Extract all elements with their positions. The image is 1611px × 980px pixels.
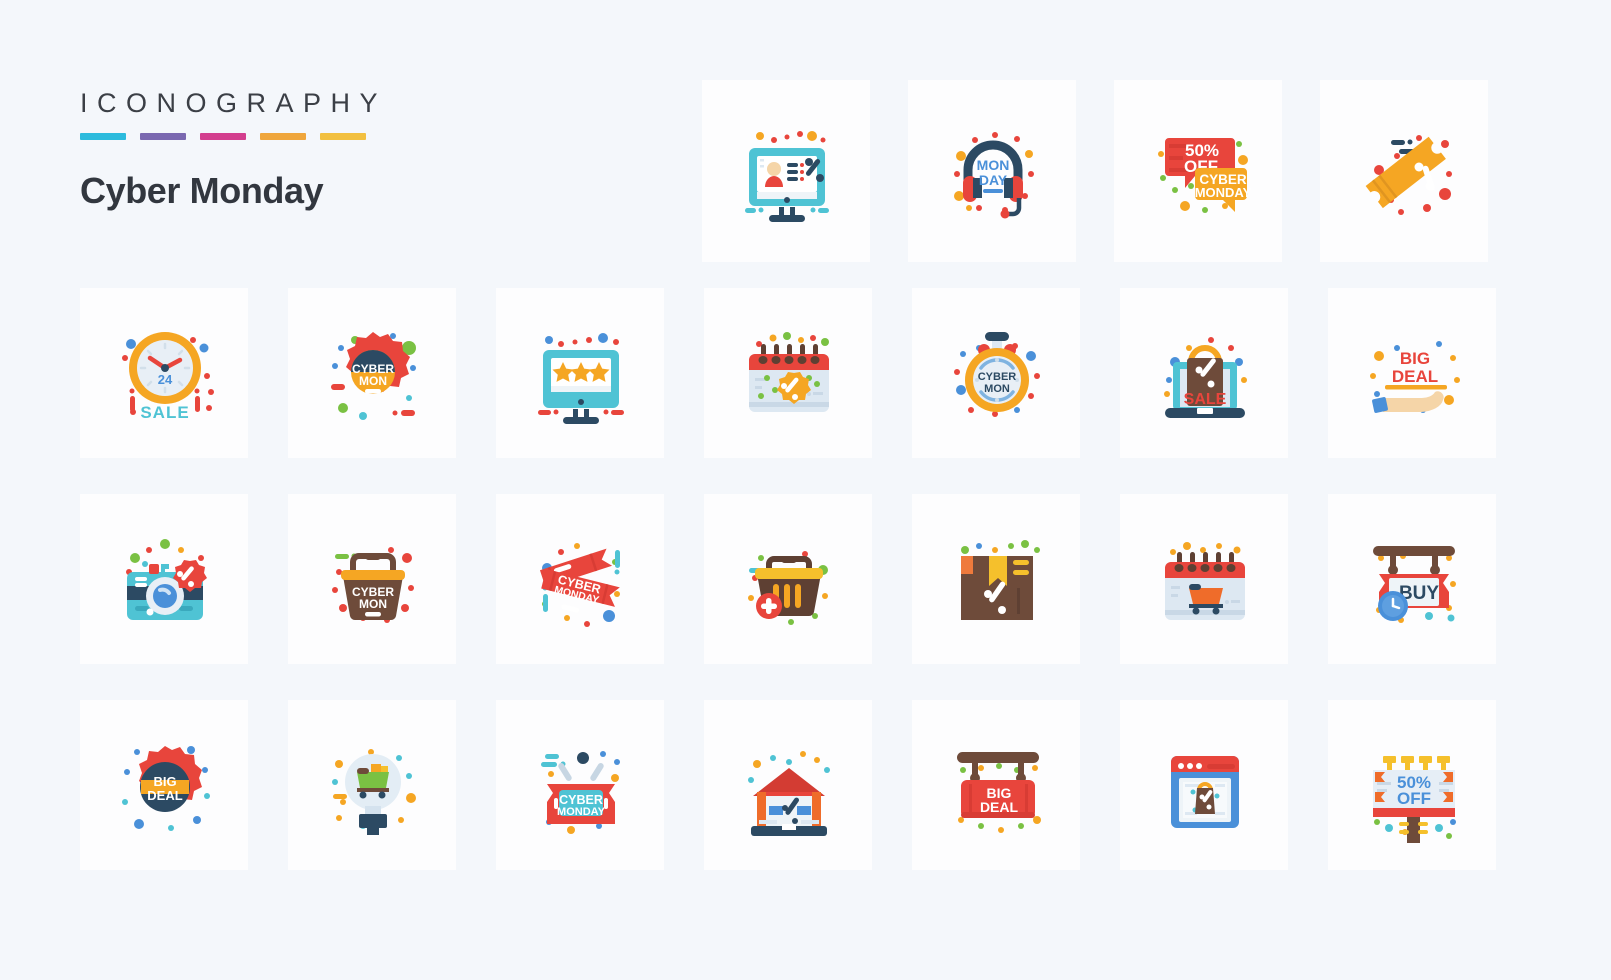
icon-card-hanging-sign-big-deal[interactable]: BIG DEAL xyxy=(912,700,1080,870)
billboard-50-off-icon: 50% OFF xyxy=(1353,726,1471,844)
shop-storefront-discount-icon xyxy=(729,726,847,844)
subtitle-word-monday: Monday xyxy=(189,170,324,211)
calendar-discount-icon xyxy=(729,314,847,432)
icon-card-hand-big-deal[interactable]: BIG DEAL xyxy=(1328,288,1496,458)
icon-card-monitor-stars[interactable] xyxy=(496,288,664,458)
package-box-discount-icon xyxy=(937,520,1055,638)
icon-card-lightbulb-cart[interactable] xyxy=(288,700,456,870)
rule-bar-3 xyxy=(200,133,246,140)
icon-card-package-box-discount[interactable] xyxy=(912,494,1080,664)
browser-shopping-bag-icon xyxy=(1145,726,1263,844)
basket-label-mon: MON xyxy=(359,597,387,611)
rule-bar-5 xyxy=(320,133,366,140)
icon-pack-page: ICONOGRAPHY Cyber Monday MON DAY 50% OFF… xyxy=(0,0,1611,980)
badge-label-mon: MON xyxy=(359,374,387,388)
hanging-label-deal: DEAL xyxy=(980,799,1019,815)
tag-cyber-monday-icon: CYBER MONDAY xyxy=(521,726,639,844)
headphone-monday-icon: MON DAY xyxy=(933,112,1051,230)
page-title: ICONOGRAPHY xyxy=(80,88,388,118)
icon-card-chat-bubbles-50-off[interactable]: 50% OFF CYBER MONDAY xyxy=(1114,80,1282,262)
icon-card-stopwatch-cyber-mon[interactable]: CYBER MON xyxy=(912,288,1080,458)
stopwatch-cyber-mon-icon: CYBER MON xyxy=(937,314,1055,432)
camera-discount-icon xyxy=(105,520,223,638)
hand-big-deal-icon: BIG DEAL xyxy=(1353,314,1471,432)
rule-bar-4 xyxy=(260,133,306,140)
billboard-label-off: OFF xyxy=(1397,789,1431,808)
icon-card-shop-storefront[interactable] xyxy=(704,700,872,870)
icon-card-calendar-cart[interactable] xyxy=(1120,494,1288,664)
icon-card-discount-ticket[interactable] xyxy=(1320,80,1488,262)
icon-card-billboard-50-off[interactable]: 50% OFF xyxy=(1328,700,1496,870)
rosette-big-deal-icon: BIG DEAL xyxy=(105,726,223,844)
icon-card-basket-add-item[interactable] xyxy=(704,494,872,664)
icon-card-headphone-monday[interactable]: MON DAY xyxy=(908,80,1076,262)
laptop-bag-sale-icon: SALE xyxy=(1145,314,1263,432)
lightbulb-cart-idea-icon xyxy=(313,726,431,844)
bubble-label-monday: MONDAY xyxy=(1195,185,1252,200)
basket-cyber-mon-icon: CYBER MON xyxy=(313,520,431,638)
basket-add-item-icon xyxy=(729,520,847,638)
tickets-cyber-monday-icon: CYBER MONDAY xyxy=(521,520,639,638)
monitor-stars-rating-icon xyxy=(521,314,639,432)
rosette-label-deal: DEAL xyxy=(147,788,182,803)
tag-label-monday: MONDAY xyxy=(557,806,606,818)
icon-card-basket-cyber-mon[interactable]: CYBER MON xyxy=(288,494,456,664)
icon-card-monitor-profile-discount[interactable] xyxy=(702,80,870,262)
icon-card-tag-cyber-monday[interactable]: CYBER MONDAY xyxy=(496,700,664,870)
hand-label-big: BIG xyxy=(1400,349,1430,368)
clock-label-24: 24 xyxy=(158,372,173,387)
monitor-profile-discount-icon xyxy=(727,112,845,230)
rosette-label-big: BIG xyxy=(153,774,176,789)
clock-24-sale-icon: 24 SALE xyxy=(105,314,223,432)
hanging-sign-big-deal-icon: BIG DEAL xyxy=(937,726,1055,844)
color-rule-bars xyxy=(80,133,640,140)
headphone-label-day: DAY xyxy=(979,172,1008,188)
chat-bubbles-50-off-cyber-monday-icon: 50% OFF CYBER MONDAY xyxy=(1139,112,1257,230)
laptop-label-sale: SALE xyxy=(1184,391,1227,408)
brand-header: ICONOGRAPHY Cyber Monday xyxy=(80,88,640,212)
headphone-label-mon: MON xyxy=(977,157,1010,173)
hand-label-deal: DEAL xyxy=(1392,367,1438,386)
rule-bar-2 xyxy=(140,133,186,140)
icon-card-browser-shopping-bag[interactable] xyxy=(1120,700,1288,870)
icon-card-tickets-cyber-monday[interactable]: CYBER MONDAY xyxy=(496,494,664,664)
stopwatch-label-mon: MON xyxy=(984,383,1010,395)
icon-card-clock-24-sale[interactable]: 24 SALE xyxy=(80,288,248,458)
icon-card-camera-discount[interactable] xyxy=(80,494,248,664)
stopwatch-label-cyber: CYBER xyxy=(978,371,1017,383)
badge-cyber-mon-icon: CYBER MON xyxy=(313,314,431,432)
icon-card-hanging-sign-buy[interactable]: BUY xyxy=(1328,494,1496,664)
rule-bar-1 xyxy=(80,133,126,140)
hanging-sign-buy-icon: BUY xyxy=(1353,520,1471,638)
subtitle-word-cyber: Cyber xyxy=(80,170,181,211)
tag-label-cyber: CYBER xyxy=(559,793,603,807)
icon-card-calendar-discount[interactable] xyxy=(704,288,872,458)
icon-card-rosette-big-deal[interactable]: BIG DEAL xyxy=(80,700,248,870)
icon-card-laptop-bag-sale[interactable]: SALE xyxy=(1120,288,1288,458)
page-subtitle: Cyber Monday xyxy=(80,170,640,212)
discount-ticket-coupon-icon xyxy=(1345,112,1463,230)
icon-card-badge-cyber-mon[interactable]: CYBER MON xyxy=(288,288,456,458)
clock-label-sale: SALE xyxy=(140,403,189,422)
calendar-cart-icon xyxy=(1145,520,1263,638)
